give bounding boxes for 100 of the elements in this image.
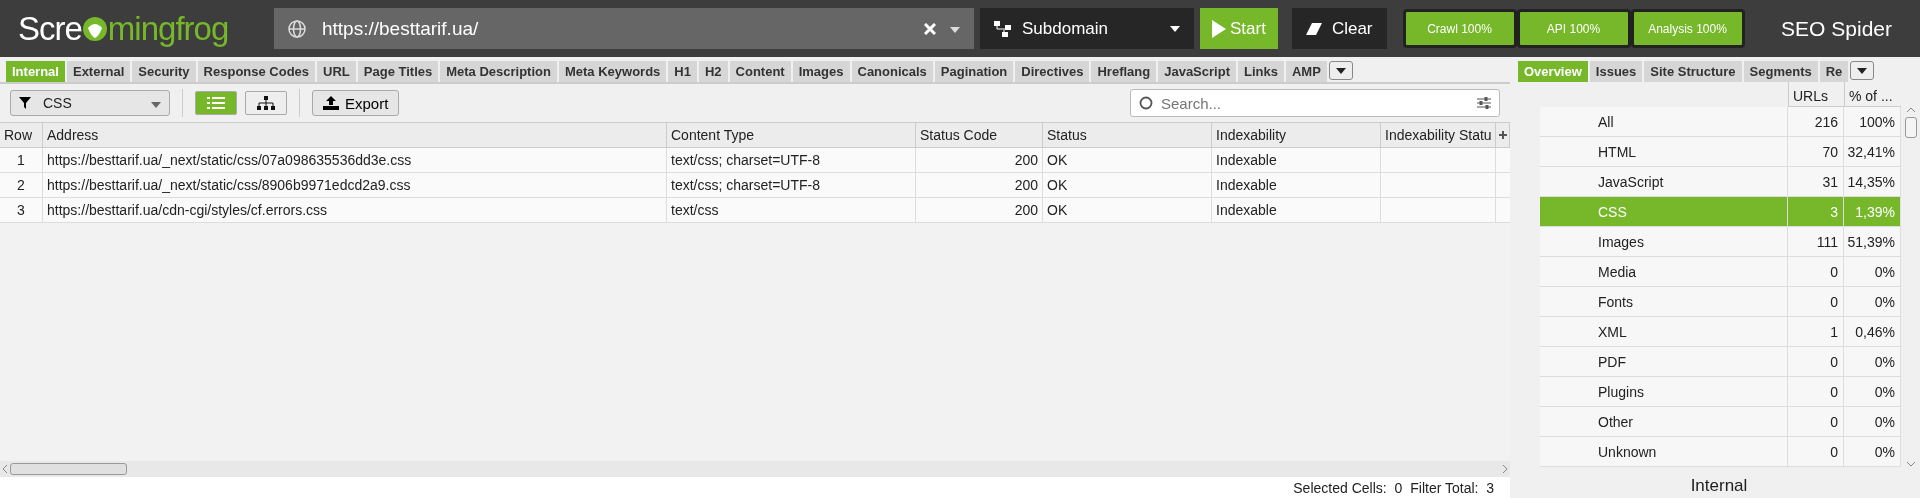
column-header[interactable]: Status <box>1043 123 1212 148</box>
tab[interactable]: Response Codes <box>197 61 316 82</box>
status-text: Selected Cells: 0 <box>1293 479 1403 496</box>
tab[interactable]: Segments <box>1743 61 1818 82</box>
table-cell: 14,35% <box>1844 167 1901 197</box>
column-header[interactable]: Address <box>43 123 667 148</box>
table-cell: https://besttarif.ua/_next/static/css/07a098635536dd3e.css <box>43 148 667 173</box>
add-column-icon[interactable] <box>1496 123 1510 148</box>
table-cell: text/css <box>667 198 916 223</box>
column-header[interactable]: Indexability <box>1212 123 1381 148</box>
tab[interactable]: Canonicals <box>851 61 933 82</box>
eraser-icon <box>1305 22 1322 35</box>
table-cell: 0% <box>1844 257 1901 287</box>
overview-row[interactable]: Media <box>1540 257 1788 287</box>
table-cell: 200 <box>916 198 1043 223</box>
status-text: Filter Total: 3 <box>1410 479 1494 496</box>
overview-row[interactable]: Unknown <box>1540 437 1788 467</box>
column-header[interactable]: Row <box>0 123 43 148</box>
overview-row[interactable]: Fonts <box>1540 287 1788 317</box>
scrollbar-thumb[interactable] <box>1904 117 1917 138</box>
table-cell: 51,39% <box>1844 227 1901 257</box>
table-cell: 0 <box>1788 377 1844 407</box>
tab[interactable]: H1 <box>668 61 697 82</box>
table-cell: 1 <box>1788 317 1844 347</box>
logo: Scre mingfrog <box>18 9 230 48</box>
table-cell: 200 <box>916 173 1043 198</box>
table-cell: text/css; charset=UTF-8 <box>667 173 916 198</box>
filter-icon <box>19 97 31 109</box>
table-cell: 0 <box>1788 287 1844 317</box>
hierarchy-icon <box>257 96 275 110</box>
table-cell: Indexable <box>1212 198 1381 223</box>
overview-row[interactable]: PDF <box>1540 347 1788 377</box>
tab[interactable]: Images <box>792 61 850 82</box>
overview-row[interactable]: HTML <box>1540 137 1788 167</box>
table-cell: OK <box>1043 173 1212 198</box>
search-bar[interactable]: Search... <box>1130 89 1500 117</box>
clear-icon[interactable] <box>924 22 936 35</box>
table-cell: 216 <box>1788 107 1844 137</box>
tab[interactable]: Site Structure <box>1644 61 1742 82</box>
table-cell: 100% <box>1844 107 1901 137</box>
table-cell: Indexable <box>1212 148 1381 173</box>
table-cell: 200 <box>916 148 1043 173</box>
table-cell: 1 <box>0 148 43 173</box>
overview-row[interactable]: All <box>1540 107 1788 137</box>
globe-icon <box>288 19 306 38</box>
more-tabs-button[interactable] <box>1850 61 1875 80</box>
table-cell: 0 <box>1788 347 1844 377</box>
filter-dropdown[interactable]: CSS <box>10 90 170 116</box>
tab[interactable]: Hreflang <box>1091 61 1157 82</box>
overview-row[interactable]: JavaScript <box>1540 167 1788 197</box>
tab[interactable]: Pagination <box>934 61 1014 82</box>
tab[interactable]: JavaScript <box>1158 61 1236 82</box>
overview-row[interactable]: Images <box>1540 227 1788 257</box>
tab[interactable]: H2 <box>698 61 728 82</box>
tab[interactable]: Issues <box>1589 61 1643 82</box>
tab[interactable]: Links <box>1237 61 1284 82</box>
address-bar[interactable]: https://besttarif.ua/ <box>274 8 974 49</box>
tab[interactable]: Re <box>1819 61 1849 82</box>
scroll-left-icon[interactable] <box>2 465 8 473</box>
overview-row[interactable]: XML <box>1540 317 1788 347</box>
list-view-button[interactable] <box>195 91 237 115</box>
scroll-down-icon[interactable] <box>1905 461 1916 467</box>
tab[interactable]: Meta Description <box>440 61 557 82</box>
tab[interactable]: Page Titles <box>357 61 439 82</box>
caret-icon <box>1170 25 1180 32</box>
list-icon <box>207 97 225 109</box>
clear-button[interactable]: Clear <box>1291 8 1387 49</box>
tree-view-button[interactable] <box>245 91 287 115</box>
more-tabs-button[interactable] <box>1328 61 1353 80</box>
table-cell: 0 <box>1788 407 1844 437</box>
caret-icon <box>1335 67 1346 74</box>
scroll-right-icon[interactable] <box>1502 465 1508 473</box>
table-cell: 3 <box>1788 197 1844 227</box>
tab[interactable]: Security <box>132 61 196 82</box>
tab[interactable]: Directives <box>1015 61 1090 82</box>
column-header[interactable]: Status Code <box>916 123 1043 148</box>
scrollbar-thumb[interactable] <box>10 463 127 475</box>
table-cell: https://besttarif.ua/cdn-cgi/styles/cf.errors.css <box>43 198 667 223</box>
mode-dropdown[interactable]: Subdomain <box>980 8 1194 49</box>
tab[interactable]: Content <box>729 61 791 82</box>
table-cell: 3 <box>0 198 43 223</box>
overview-row[interactable]: Plugins <box>1540 377 1788 407</box>
table-cell: Indexable <box>1212 173 1381 198</box>
table-cell: 0,46% <box>1844 317 1901 347</box>
tab[interactable]: AMP <box>1285 61 1327 82</box>
table-cell: OK <box>1043 148 1212 173</box>
table-cell: 0% <box>1844 347 1901 377</box>
overview-row[interactable]: Other <box>1540 407 1788 437</box>
tab[interactable]: URL <box>317 61 356 82</box>
column-header[interactable]: Indexability Statu <box>1381 123 1496 148</box>
export-button[interactable]: Export <box>312 90 400 116</box>
sitemap-icon <box>994 20 1012 37</box>
table-cell: 0% <box>1844 377 1901 407</box>
column-header[interactable]: Content Type <box>667 123 916 148</box>
scroll-up-icon[interactable] <box>1905 107 1916 113</box>
sliders-icon[interactable] <box>1477 97 1491 109</box>
tab[interactable]: Meta Keywords <box>558 61 667 82</box>
url-field[interactable]: https://besttarif.ua/ <box>320 16 910 41</box>
tab[interactable]: External <box>66 61 131 82</box>
product-name: SEO Spider <box>1781 16 1892 41</box>
